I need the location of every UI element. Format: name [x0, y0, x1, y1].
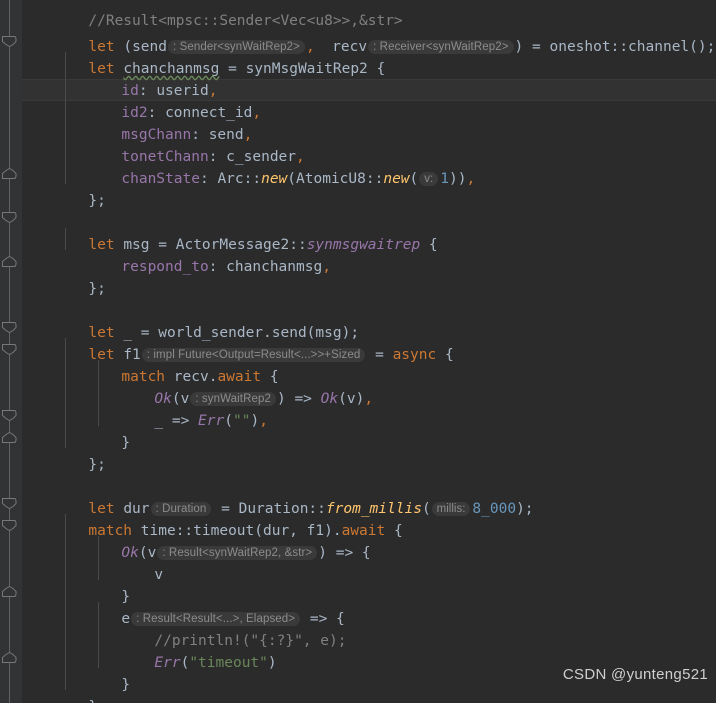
fold-marker-collapse[interactable] — [2, 36, 17, 47]
number-8000: 8_000 — [472, 501, 517, 517]
enum-ok: Ok — [320, 391, 339, 407]
code-content[interactable]: //Result<mpsc::Sender<Vec<u8>>,&str> let… — [0, 0, 716, 703]
code-line-match-arm-ok: Ok(v: synWaitRep2) => Ok(v), — [154, 391, 374, 407]
code-line-msg-decl: let msg = ActorMessage2::synmsgwaitrep { — [88, 237, 438, 253]
open-brace: { — [385, 523, 403, 539]
code-line-timeout-arm-err: e: Result<Result<...>, Elapsed> => { — [69, 586, 344, 627]
number-1: 1 — [440, 171, 449, 187]
fold-marker-collapse[interactable] — [2, 212, 17, 223]
code-line-comment-top: //Result<mpsc::Sender<Vec<u8>>,&str> — [36, 0, 402, 29]
close-brace-semicolon: }; — [88, 281, 106, 297]
equals: = — [219, 61, 246, 77]
match-arrow: => — [326, 545, 362, 561]
fold-marker-collapse[interactable] — [2, 520, 17, 531]
wildcard-pattern: _ — [154, 413, 164, 429]
code-line-field-tonetchann: tonetChann: c_sender, — [121, 149, 305, 165]
code-line-match-arm-default: _ => Err(""), — [154, 413, 268, 429]
fold-marker-expand[interactable] — [2, 168, 17, 179]
close-brace-semicolon: }; — [88, 457, 106, 473]
open-brace: { — [428, 237, 438, 253]
open-brace: { — [361, 545, 371, 561]
expr-v: v — [154, 567, 164, 583]
path-arc: Arc:: — [217, 171, 262, 187]
code-line-close-struct: }; — [36, 168, 105, 209]
code-line-world-sender-send: let _ = world_sender.send(msg); — [88, 325, 360, 341]
equals: = — [523, 39, 550, 55]
code-editor[interactable]: //Result<mpsc::Sender<Vec<u8>>,&str> let… — [0, 0, 716, 703]
code-line-f1-decl: let f1: impl Future<Output=Result<...>>+… — [88, 347, 454, 363]
code-line-close-match-timeout: } — [36, 674, 97, 703]
field-respond-to: respond_to — [121, 259, 209, 275]
inlay-hint-param-v: v: — [419, 172, 439, 186]
inlay-hint-v-result-type: : Result<synWaitRep2, &str> — [157, 546, 318, 560]
fn-new: new — [261, 171, 288, 187]
code-line-dur-decl: let dur: Duration = Duration::from_milli… — [88, 501, 534, 517]
call-oneshot-channel: oneshot::channel(); — [549, 39, 716, 55]
fold-marker-expand[interactable] — [2, 256, 17, 267]
code-line-close-match: } — [69, 410, 130, 451]
code-line-timeout-arm-ok: Ok(v: Result<synWaitRep2, &str>) => { — [121, 545, 371, 561]
code-line-close-ok-arm: } — [69, 564, 130, 605]
fold-marker-collapse[interactable] — [2, 498, 17, 509]
inlay-hint-param-millis: millis: — [431, 502, 471, 516]
type-synmsgwaitrep2: synMsgWaitRep2 — [245, 61, 368, 77]
field-chanstate: chanState — [121, 171, 200, 187]
open-brace: { — [376, 61, 386, 77]
fold-marker-expand[interactable] — [2, 652, 17, 663]
close-brace: } — [121, 435, 131, 451]
code-line-match-recv: match recv.await { — [69, 344, 278, 385]
code-line-field-chanstate: chanState: Arc::new(AtomicU8::new(v: 1)), — [121, 171, 476, 187]
code-line-match-timeout: match time::timeout(dur, f1).await { — [36, 498, 402, 539]
close-brace: } — [121, 677, 131, 693]
code-line-expr-v: v — [102, 542, 163, 583]
close-brace-semicolon: }; — [88, 193, 106, 209]
code-line-commented-println: //println!("{:?}", e); — [102, 608, 346, 649]
string-timeout: "timeout" — [189, 655, 268, 671]
match-arrow: => — [163, 413, 199, 429]
code-line-field-respond-to: respond_to: chanchanmsg, — [121, 259, 331, 275]
close-paren: ) — [514, 39, 524, 55]
code-line-channel-decl: let (send: Sender<synWaitRep2>, recv: Re… — [36, 14, 715, 55]
code-line-close-msg: }; — [36, 256, 105, 297]
code-line-field-id2: id2: connect_id, — [121, 105, 262, 121]
code-line-chanchanmsg-decl: let chanchanmsg = synMsgWaitRep2 { — [36, 36, 385, 77]
inlay-hint-recv-type: : Receiver<synWaitRep2> — [368, 40, 514, 54]
code-line-close-err-arm: } — [69, 652, 130, 693]
path-atomicu8: AtomicU8:: — [296, 171, 384, 187]
fold-marker-expand[interactable] — [2, 432, 17, 443]
fold-marker-collapse[interactable] — [2, 410, 17, 421]
code-line-field-msgchann: msgChann: send, — [121, 127, 253, 143]
open-brace: { — [444, 347, 454, 363]
fold-marker-expand[interactable] — [2, 586, 17, 597]
fold-marker-collapse[interactable] — [2, 344, 17, 355]
keyword-async: async — [392, 347, 437, 363]
value-chanchanmsg: chanchanmsg — [226, 259, 323, 275]
code-line-close-async: }; — [36, 432, 105, 473]
code-line-comment-bottom: //let t = tokio::time::timeout(tokio::ti… — [36, 695, 716, 703]
csdn-watermark: CSDN @yunteng521 — [562, 666, 708, 683]
string-empty: "" — [232, 413, 251, 429]
fn-new: new — [383, 171, 410, 187]
code-line-field-id: id: userid, — [121, 83, 218, 99]
code-line-err-timeout: Err("timeout") — [154, 655, 277, 671]
enum-err: Err — [198, 413, 225, 429]
enum-err: Err — [154, 655, 181, 671]
fold-marker-collapse[interactable] — [2, 322, 17, 333]
match-arrow: => — [285, 391, 321, 407]
